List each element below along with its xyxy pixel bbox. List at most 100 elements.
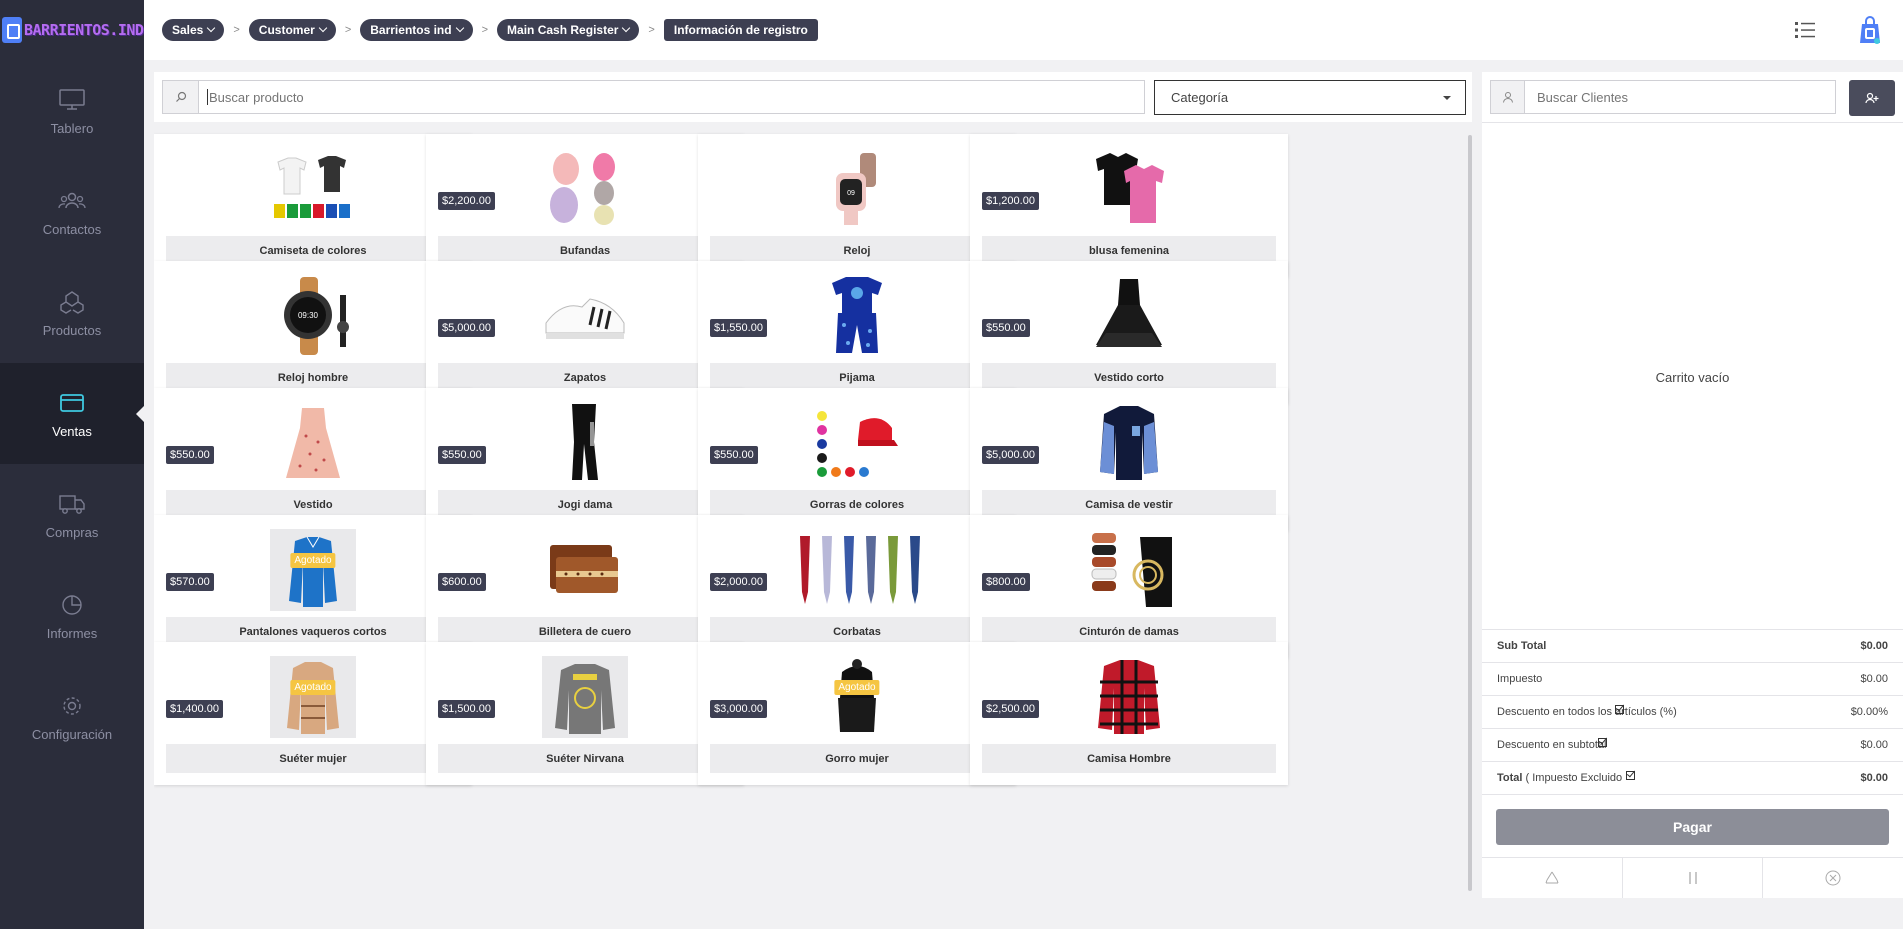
discount-all-value: $0.00% — [1850, 706, 1888, 718]
discount-subtotal-label: Descuento en subtotal — [1497, 739, 1607, 751]
customer-search-input[interactable] — [1525, 81, 1835, 113]
logo-text: BARRIENTOS.IND — [24, 21, 144, 39]
top-bar: Sales > Customer > Barrientos ind > Main Cash … — [144, 0, 1903, 60]
watch-icon: 09:30 — [270, 275, 356, 357]
out-of-stock-badge: Agotado — [290, 680, 336, 695]
pay-button[interactable]: Pagar — [1496, 809, 1889, 845]
total-note: ( Impuesto Excluido — [1525, 772, 1623, 784]
breadcrumb-dropdown[interactable]: Main Cash Register — [497, 19, 640, 41]
product-card[interactable]: 09 Reloj — [698, 134, 1016, 277]
sidebar-item-contactos[interactable]: Contactos — [0, 161, 144, 262]
breadcrumb-label: Sales — [172, 23, 204, 37]
chevron-down-icon — [622, 23, 631, 33]
breadcrumb-current[interactable]: Información de registro — [663, 19, 818, 41]
total-value: $0.00 — [1860, 772, 1888, 784]
product-card[interactable]: $550.00 Jogi dama — [426, 388, 744, 531]
sidebar-item-label: Ventas — [52, 424, 92, 439]
shopping-bag-icon[interactable] — [1859, 16, 1881, 49]
product-card[interactable]: $1,400.00 Agotado Suéter mujer — [154, 642, 472, 785]
recycle-button[interactable] — [1482, 858, 1623, 898]
chevron-down-icon — [207, 23, 216, 33]
breadcrumb-label: Customer — [258, 23, 315, 37]
breadcrumb-separator: > — [344, 24, 352, 36]
product-card[interactable]: $550.00 Gorras de colores — [698, 388, 1016, 531]
pause-button[interactable] — [1623, 858, 1764, 898]
product-grid: Camiseta de colores $2,200.00 Bufandas 09 Re… — [154, 132, 1472, 896]
product-search-input[interactable] — [207, 89, 1144, 105]
breadcrumb-dropdown[interactable]: Barrientos ind — [360, 19, 473, 41]
tax-row: Impuesto $0.00 — [1482, 663, 1903, 696]
sidebar-item-productos[interactable]: Productos — [0, 262, 144, 363]
product-card[interactable]: $550.00 Vestido — [154, 388, 472, 531]
tax-value: $0.00 — [1860, 673, 1888, 685]
product-name: Camisa Hombre — [982, 744, 1276, 773]
product-card[interactable]: Camiseta de colores — [154, 134, 472, 277]
breadcrumb-label: Main Cash Register — [507, 23, 619, 37]
product-card[interactable]: 09:30 Reloj hombre — [154, 261, 472, 404]
user-icon — [1491, 81, 1525, 113]
product-search-box — [162, 80, 1145, 114]
product-card[interactable]: $2,000.00 Corbatas — [698, 515, 1016, 658]
grid-scrollbar[interactable] — [1468, 135, 1472, 891]
price-tag: $1,500.00 — [438, 700, 495, 718]
edit-check-icon[interactable] — [1598, 737, 1608, 747]
out-of-stock-badge: Agotado — [290, 553, 336, 568]
product-card[interactable]: $2,500.00 Camisa Hombre — [970, 642, 1288, 785]
edit-check-icon[interactable] — [1614, 704, 1624, 714]
product-card[interactable]: $5,000.00 Zapatos — [426, 261, 744, 404]
price-tag: $550.00 — [438, 446, 486, 464]
gear-icon — [57, 691, 87, 721]
monitor-icon — [57, 85, 87, 115]
breadcrumb-dropdown[interactable]: Sales — [162, 19, 225, 41]
price-tag: $5,000.00 — [982, 446, 1039, 464]
product-name: Suéter mujer — [166, 744, 460, 773]
sidebar-item-label: Compras — [45, 525, 99, 540]
sidebar-item-informes[interactable]: Informes — [0, 565, 144, 666]
belt-icon — [1086, 529, 1172, 611]
sidebar-item-compras[interactable]: Compras — [0, 464, 144, 565]
sidebar: BARRIENTOS.IND Tablero Contactos Productos… — [0, 0, 145, 929]
leggings-icon — [542, 402, 628, 484]
price-tag: $2,200.00 — [438, 192, 495, 210]
breadcrumb-label: Barrientos ind — [370, 23, 452, 37]
shirt-icon — [1086, 402, 1172, 484]
sidebar-item-label: Productos — [42, 323, 102, 338]
cancel-sale-button[interactable] — [1763, 858, 1903, 898]
blouse-icon — [1086, 148, 1172, 230]
breadcrumb-separator: > — [233, 24, 240, 36]
category-select[interactable]: Categoría — [1154, 80, 1466, 115]
product-card[interactable]: $1,500.00 Suéter Nirvana — [426, 642, 744, 785]
product-card[interactable]: $3,000.00 Agotado Gorro mujer — [698, 642, 1016, 785]
product-card[interactable]: $1,550.00 Pijama — [698, 261, 1016, 404]
price-tag: $570.00 — [166, 573, 214, 591]
product-card[interactable]: $2,200.00 Bufandas — [426, 134, 744, 277]
tshirt-icon — [270, 148, 356, 230]
sweater-icon — [542, 656, 628, 738]
product-card[interactable]: $800.00 Cinturón de damas — [970, 515, 1288, 658]
pause-icon — [1688, 872, 1697, 884]
close-circle-icon — [1825, 870, 1841, 886]
watch-icon: 09 — [814, 148, 900, 230]
list-view-icon[interactable] — [1795, 21, 1815, 44]
product-card[interactable]: $600.00 Billetera de cuero — [426, 515, 744, 658]
sidebar-item-tablero[interactable]: Tablero — [0, 60, 144, 161]
breadcrumb-separator: > — [648, 24, 655, 36]
edit-check-icon[interactable] — [1626, 770, 1636, 780]
add-customer-button[interactable] — [1849, 80, 1895, 116]
totals-table: Sub Total $0.00 Impuesto $0.00 Descuento… — [1482, 629, 1903, 795]
sidebar-item-configuracion[interactable]: Configuración — [0, 666, 144, 767]
product-card[interactable]: $1,200.00 blusa femenina — [970, 134, 1288, 277]
tax-label: Impuesto — [1497, 673, 1543, 685]
price-tag: $5,000.00 — [438, 319, 495, 337]
product-card[interactable]: $570.00 Agotado Pantalones vaqueros cortos — [154, 515, 472, 658]
sidebar-item-ventas[interactable]: Ventas — [0, 363, 145, 464]
jacket-icon — [270, 529, 356, 611]
price-tag: $3,000.00 — [710, 700, 767, 718]
breadcrumb-dropdown[interactable]: Customer — [248, 19, 336, 41]
product-card[interactable]: $5,000.00 Camisa de vestir — [970, 388, 1288, 531]
price-tag: $600.00 — [438, 573, 486, 591]
price-tag: $550.00 — [166, 446, 214, 464]
product-card[interactable]: $550.00 Vestido corto — [970, 261, 1288, 404]
discount-all-label: Descuento en todos los artículos (%) — [1497, 706, 1677, 718]
app-logo[interactable]: BARRIENTOS.IND — [0, 0, 144, 60]
